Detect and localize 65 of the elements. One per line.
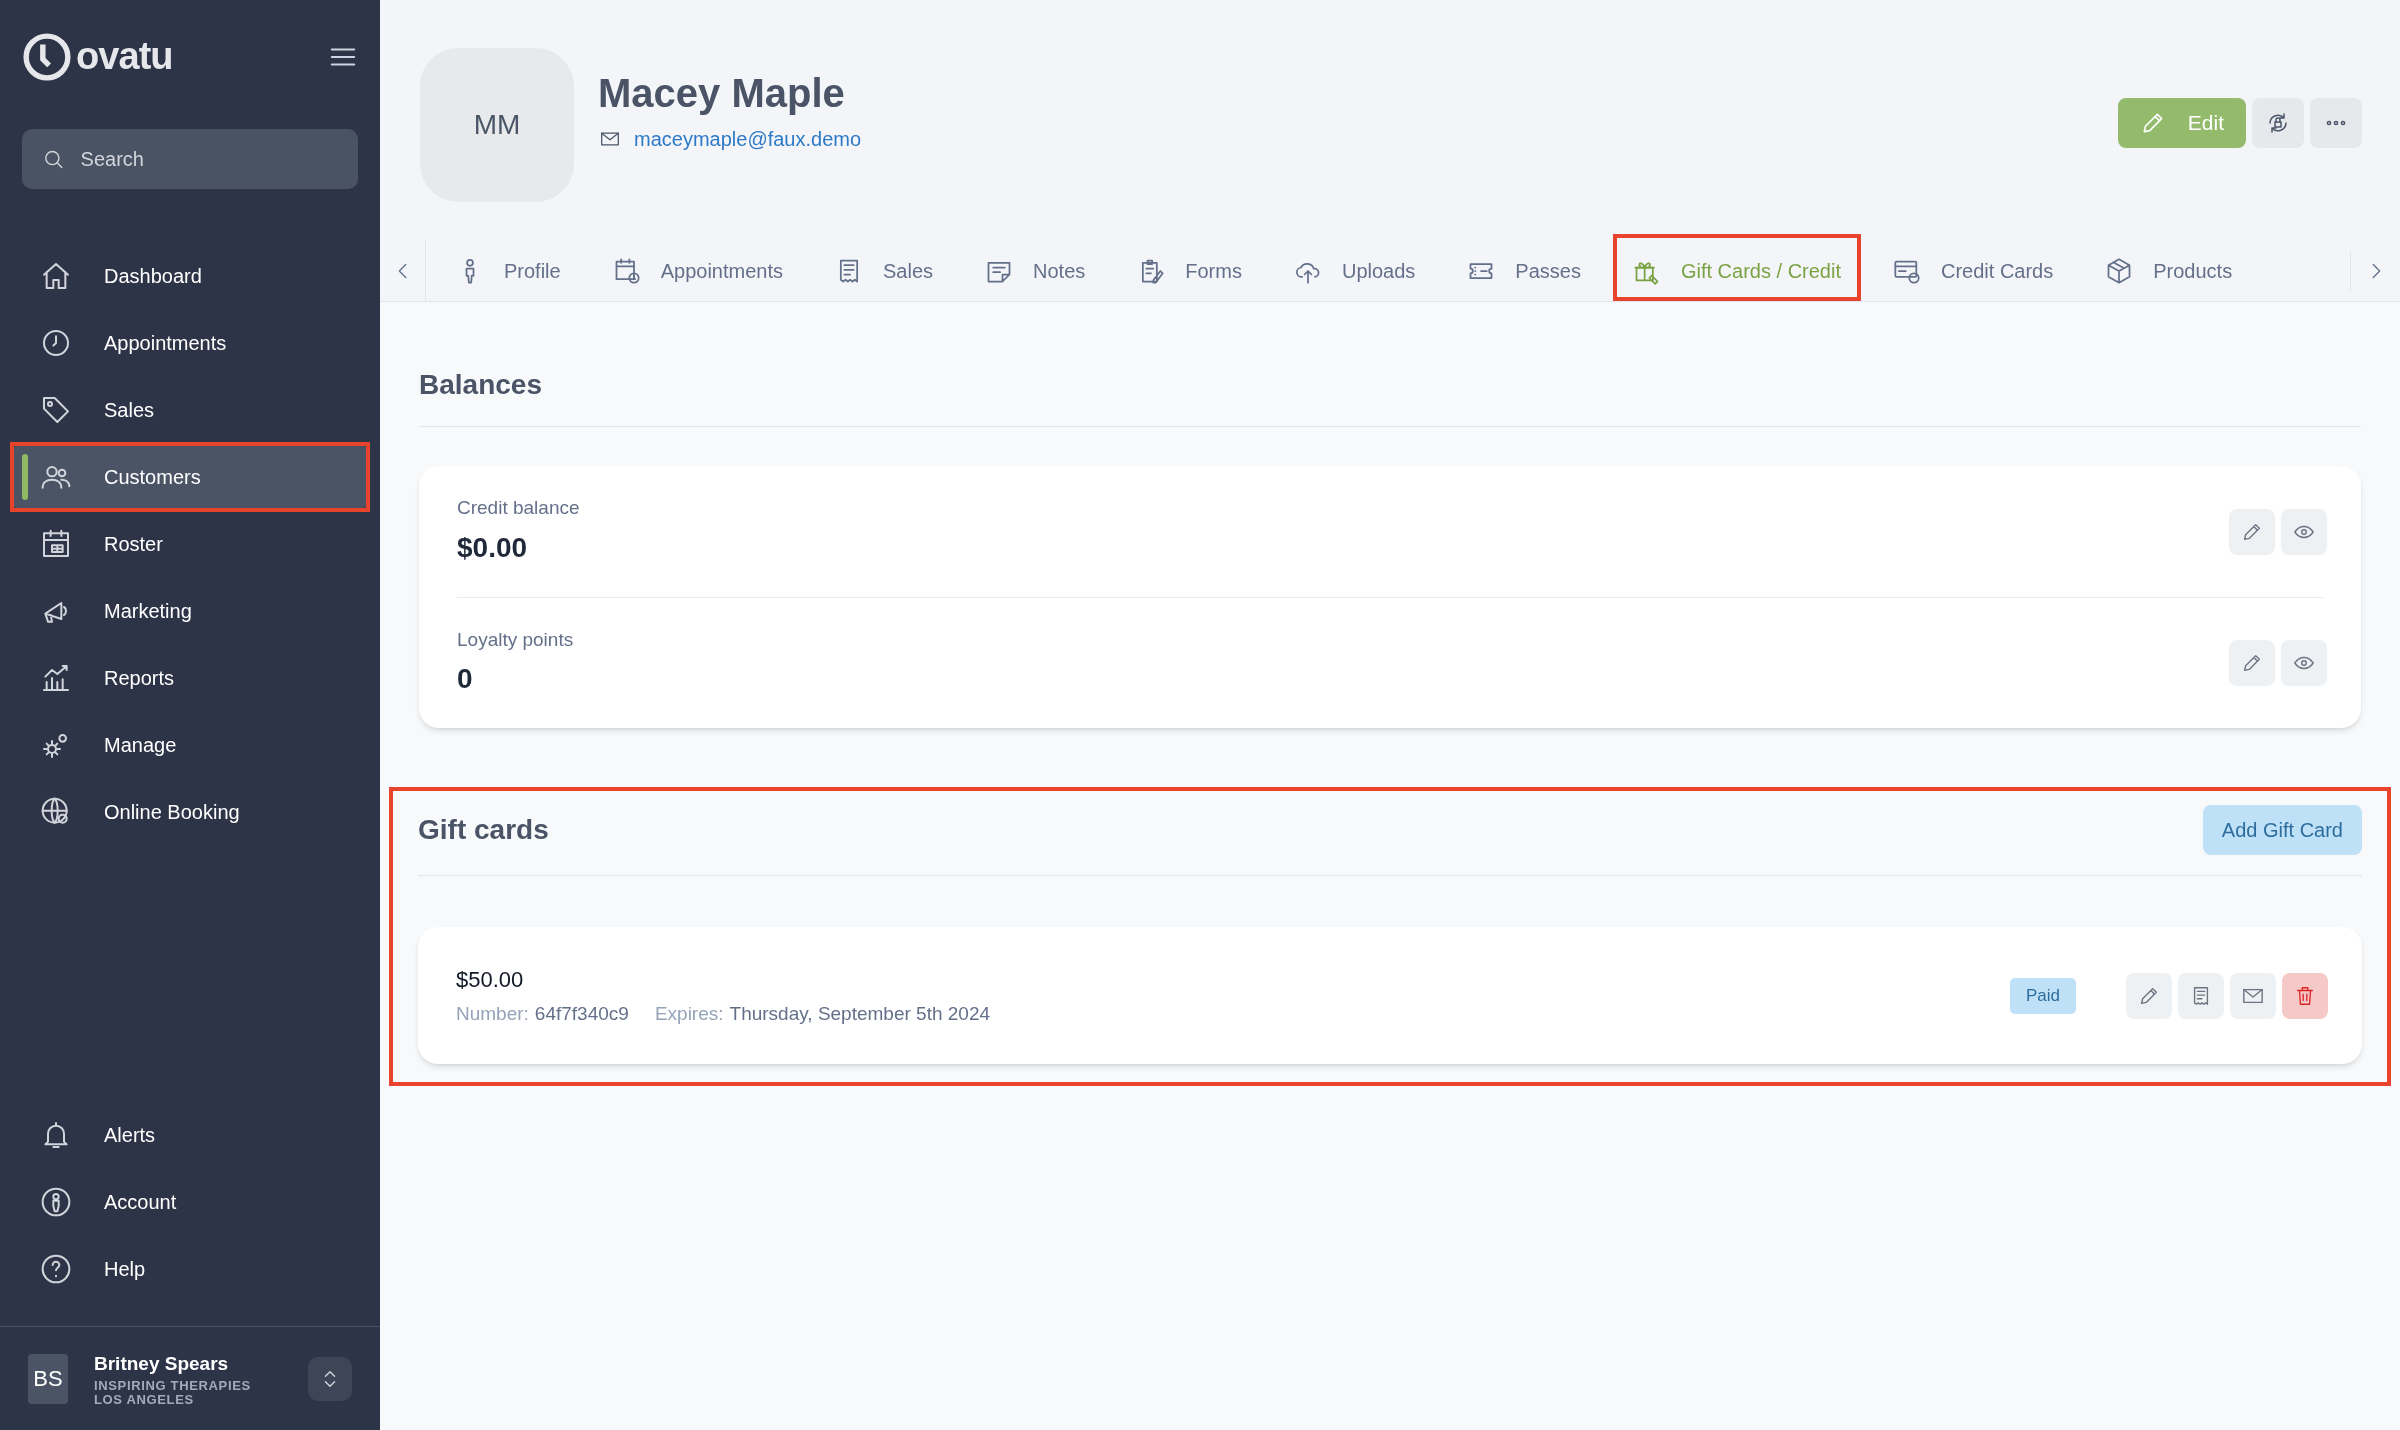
gift-card-amount: $50.00 xyxy=(456,965,525,994)
number-label: Number: xyxy=(456,1001,529,1026)
tab[interactable]: Uploads xyxy=(1277,240,1432,301)
nav-item[interactable]: Account xyxy=(10,1171,370,1233)
tab[interactable]: Appointments xyxy=(596,240,799,301)
chart-icon xyxy=(40,662,72,694)
help-icon xyxy=(40,1253,72,1285)
nav-item[interactable]: Marketing xyxy=(10,580,370,642)
nav-item[interactable]: Help xyxy=(10,1238,370,1300)
nav-item[interactable]: Reports xyxy=(10,647,370,709)
logo-text: ovatu xyxy=(76,34,173,79)
delete-button[interactable] xyxy=(2282,972,2328,1019)
gift-card-number: 64f7f340c9 xyxy=(534,1001,629,1026)
edit-button[interactable] xyxy=(2229,508,2275,555)
email-button[interactable] xyxy=(2230,972,2276,1019)
calendar-icon xyxy=(40,528,72,560)
view-button[interactable] xyxy=(2281,640,2327,686)
expiry-date: Thursday, September 5th 2024 xyxy=(729,1001,991,1026)
balance-value: 0 xyxy=(457,662,474,697)
search-input[interactable]: Search xyxy=(80,144,338,174)
customer-avatar: MM xyxy=(420,48,574,202)
edit-button[interactable] xyxy=(2126,972,2172,1019)
nav-item[interactable]: Dashboard xyxy=(10,245,370,307)
nav-item[interactable]: Appointments xyxy=(10,312,370,374)
house-icon xyxy=(40,260,72,292)
expires-label: Expires: xyxy=(654,1001,724,1026)
tab[interactable]: Products xyxy=(2089,240,2249,301)
logo-clock-icon xyxy=(22,31,72,82)
tab[interactable]: Notes xyxy=(969,240,1102,301)
nav-item[interactable]: Sales xyxy=(10,379,370,441)
user-avatar: BS xyxy=(28,1353,68,1404)
tab[interactable]: Sales xyxy=(819,240,950,301)
balance-label: Loyalty points xyxy=(457,627,575,652)
nav-item[interactable]: Roster xyxy=(10,513,370,575)
lock-refresh-icon xyxy=(2266,111,2290,135)
nav-item[interactable]: Manage xyxy=(10,714,370,776)
tab[interactable]: Passes xyxy=(1451,240,1597,301)
person-circle-icon xyxy=(40,1186,72,1218)
add-gift-card-button[interactable]: Add Gift Card xyxy=(2202,805,2362,855)
section-title: Balances xyxy=(419,364,2361,427)
tag-icon xyxy=(40,394,72,426)
nav-item[interactable]: Alerts xyxy=(10,1104,370,1166)
tab[interactable]: Credit Cards xyxy=(1877,240,2070,301)
tab[interactable]: Forms xyxy=(1121,240,1258,301)
status-badge: Paid xyxy=(2009,977,2076,1014)
email-link[interactable]: maceymaple@faux.demo xyxy=(634,124,862,154)
edit-button[interactable] xyxy=(2229,640,2275,686)
account-switch-button[interactable] xyxy=(308,1356,352,1401)
tab[interactable]: Gift Cards / Credit xyxy=(1616,240,1857,301)
customer-name: Macey Maple xyxy=(598,70,846,117)
receipt-button[interactable] xyxy=(2178,972,2224,1019)
view-button[interactable] xyxy=(2281,508,2327,555)
user-name: Britney Spears xyxy=(94,1352,230,1377)
more-icon xyxy=(2324,120,2348,126)
search-field[interactable]: Search xyxy=(22,129,358,189)
nav-item[interactable]: Online Booking xyxy=(10,781,370,843)
reset-password-button[interactable] xyxy=(2252,98,2304,148)
clock-icon xyxy=(40,327,72,359)
trash-icon xyxy=(2294,984,2316,1007)
section-title: Gift cards xyxy=(418,813,549,847)
pencil-icon xyxy=(2241,652,2263,674)
balance-value: $0.00 xyxy=(457,530,529,565)
tab[interactable]: Profile xyxy=(440,240,577,301)
balance-label: Credit balance xyxy=(457,496,581,521)
business-name: INSPIRING THERAPIES LOS ANGELES xyxy=(94,1378,252,1407)
